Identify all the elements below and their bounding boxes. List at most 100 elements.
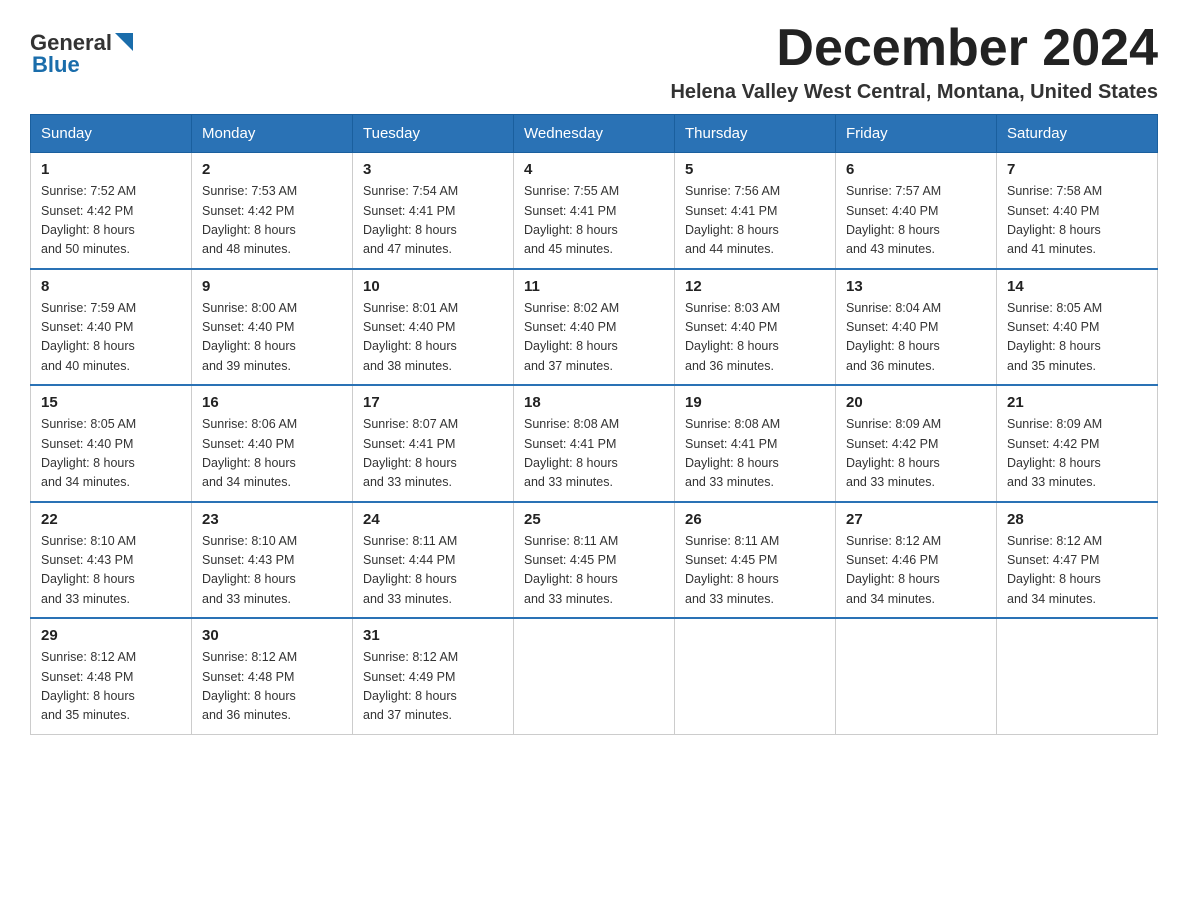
table-row bbox=[836, 618, 997, 734]
day-info: Sunrise: 8:09 AMSunset: 4:42 PMDaylight:… bbox=[1007, 415, 1147, 493]
day-info: Sunrise: 7:56 AMSunset: 4:41 PMDaylight:… bbox=[685, 182, 825, 260]
day-number: 9 bbox=[202, 278, 342, 295]
day-number: 25 bbox=[524, 511, 664, 528]
table-row: 3 Sunrise: 7:54 AMSunset: 4:41 PMDaylight… bbox=[353, 153, 514, 269]
calendar-week-row: 1 Sunrise: 7:52 AMSunset: 4:42 PMDaylight… bbox=[31, 153, 1158, 269]
day-info: Sunrise: 8:11 AMSunset: 4:45 PMDaylight:… bbox=[524, 532, 664, 610]
day-info: Sunrise: 7:59 AMSunset: 4:40 PMDaylight:… bbox=[41, 299, 181, 377]
day-number: 22 bbox=[41, 511, 181, 528]
day-info: Sunrise: 8:12 AMSunset: 4:47 PMDaylight:… bbox=[1007, 532, 1147, 610]
calendar-subtitle: Helena Valley West Central, Montana, Uni… bbox=[670, 81, 1158, 104]
day-number: 6 bbox=[846, 161, 986, 178]
day-number: 24 bbox=[363, 511, 503, 528]
table-row: 14 Sunrise: 8:05 AMSunset: 4:40 PMDayligh… bbox=[997, 269, 1158, 386]
table-row: 29Sunrise: 8:12 AMSunset: 4:48 PMDayligh… bbox=[31, 618, 192, 734]
table-row: 1 Sunrise: 7:52 AMSunset: 4:42 PMDaylight… bbox=[31, 153, 192, 269]
day-number: 3 bbox=[363, 161, 503, 178]
table-row bbox=[997, 618, 1158, 734]
table-row: 11 Sunrise: 8:02 AMSunset: 4:40 PMDayligh… bbox=[514, 269, 675, 386]
table-row: 4Sunrise: 7:55 AMSunset: 4:41 PMDaylight… bbox=[514, 153, 675, 269]
day-info: Sunrise: 8:04 AMSunset: 4:40 PMDaylight:… bbox=[846, 299, 986, 377]
table-row: 12 Sunrise: 8:03 AMSunset: 4:40 PMDayligh… bbox=[675, 269, 836, 386]
calendar-table: Sunday Monday Tuesday Wednesday Thursday… bbox=[30, 114, 1158, 735]
day-number: 7 bbox=[1007, 161, 1147, 178]
table-row: 8 Sunrise: 7:59 AMSunset: 4:40 PMDaylight… bbox=[31, 269, 192, 386]
calendar-week-row: 15 Sunrise: 8:05 AMSunset: 4:40 PMDayligh… bbox=[31, 385, 1158, 502]
table-row: 2Sunrise: 7:53 AMSunset: 4:42 PMDaylight… bbox=[192, 153, 353, 269]
day-info: Sunrise: 7:58 AMSunset: 4:40 PMDaylight:… bbox=[1007, 182, 1147, 260]
day-number: 2 bbox=[202, 161, 342, 178]
day-number: 1 bbox=[41, 161, 181, 178]
day-info: Sunrise: 8:12 AMSunset: 4:49 PMDaylight:… bbox=[363, 648, 503, 726]
table-row: 31 Sunrise: 8:12 AMSunset: 4:49 PMDayligh… bbox=[353, 618, 514, 734]
day-info: Sunrise: 8:12 AMSunset: 4:46 PMDaylight:… bbox=[846, 532, 986, 610]
table-row: 5 Sunrise: 7:56 AMSunset: 4:41 PMDaylight… bbox=[675, 153, 836, 269]
table-row: 7 Sunrise: 7:58 AMSunset: 4:40 PMDaylight… bbox=[997, 153, 1158, 269]
page-header: General Blue December 2024 Helena Valley… bbox=[30, 20, 1158, 104]
table-row: 13 Sunrise: 8:04 AMSunset: 4:40 PMDayligh… bbox=[836, 269, 997, 386]
day-number: 11 bbox=[524, 278, 664, 295]
day-number: 4 bbox=[524, 161, 664, 178]
day-number: 15 bbox=[41, 394, 181, 411]
day-info: Sunrise: 7:54 AMSunset: 4:41 PMDaylight:… bbox=[363, 182, 503, 260]
table-row bbox=[675, 618, 836, 734]
logo-blue-text: Blue bbox=[32, 52, 80, 78]
day-number: 18 bbox=[524, 394, 664, 411]
day-number: 14 bbox=[1007, 278, 1147, 295]
header-tuesday: Tuesday bbox=[353, 115, 514, 153]
calendar-week-row: 8 Sunrise: 7:59 AMSunset: 4:40 PMDaylight… bbox=[31, 269, 1158, 386]
table-row: 10 Sunrise: 8:01 AMSunset: 4:40 PMDayligh… bbox=[353, 269, 514, 386]
day-number: 16 bbox=[202, 394, 342, 411]
calendar-week-row: 22 Sunrise: 8:10 AMSunset: 4:43 PMDayligh… bbox=[31, 502, 1158, 619]
table-row: 20Sunrise: 8:09 AMSunset: 4:42 PMDayligh… bbox=[836, 385, 997, 502]
day-info: Sunrise: 8:12 AMSunset: 4:48 PMDaylight:… bbox=[41, 648, 181, 726]
table-row: 26 Sunrise: 8:11 AMSunset: 4:45 PMDayligh… bbox=[675, 502, 836, 619]
day-number: 5 bbox=[685, 161, 825, 178]
day-info: Sunrise: 8:11 AMSunset: 4:45 PMDaylight:… bbox=[685, 532, 825, 610]
table-row: 9 Sunrise: 8:00 AMSunset: 4:40 PMDaylight… bbox=[192, 269, 353, 386]
day-number: 27 bbox=[846, 511, 986, 528]
header-friday: Friday bbox=[836, 115, 997, 153]
table-row: 21 Sunrise: 8:09 AMSunset: 4:42 PMDayligh… bbox=[997, 385, 1158, 502]
day-info: Sunrise: 8:00 AMSunset: 4:40 PMDaylight:… bbox=[202, 299, 342, 377]
day-info: Sunrise: 8:12 AMSunset: 4:48 PMDaylight:… bbox=[202, 648, 342, 726]
day-number: 19 bbox=[685, 394, 825, 411]
title-section: December 2024 Helena Valley West Central… bbox=[670, 20, 1158, 104]
table-row: 15 Sunrise: 8:05 AMSunset: 4:40 PMDayligh… bbox=[31, 385, 192, 502]
day-number: 13 bbox=[846, 278, 986, 295]
header-saturday: Saturday bbox=[997, 115, 1158, 153]
day-info: Sunrise: 8:10 AMSunset: 4:43 PMDaylight:… bbox=[41, 532, 181, 610]
day-info: Sunrise: 8:05 AMSunset: 4:40 PMDaylight:… bbox=[41, 415, 181, 493]
day-info: Sunrise: 8:11 AMSunset: 4:44 PMDaylight:… bbox=[363, 532, 503, 610]
day-number: 10 bbox=[363, 278, 503, 295]
day-number: 26 bbox=[685, 511, 825, 528]
day-info: Sunrise: 8:01 AMSunset: 4:40 PMDaylight:… bbox=[363, 299, 503, 377]
logo-arrow-icon bbox=[115, 33, 133, 51]
table-row: 18Sunrise: 8:08 AMSunset: 4:41 PMDayligh… bbox=[514, 385, 675, 502]
calendar-title: December 2024 bbox=[670, 20, 1158, 77]
day-info: Sunrise: 8:05 AMSunset: 4:40 PMDaylight:… bbox=[1007, 299, 1147, 377]
day-number: 17 bbox=[363, 394, 503, 411]
table-row: 30Sunrise: 8:12 AMSunset: 4:48 PMDayligh… bbox=[192, 618, 353, 734]
day-number: 21 bbox=[1007, 394, 1147, 411]
day-info: Sunrise: 8:07 AMSunset: 4:41 PMDaylight:… bbox=[363, 415, 503, 493]
day-info: Sunrise: 8:03 AMSunset: 4:40 PMDaylight:… bbox=[685, 299, 825, 377]
day-info: Sunrise: 7:57 AMSunset: 4:40 PMDaylight:… bbox=[846, 182, 986, 260]
table-row: 24 Sunrise: 8:11 AMSunset: 4:44 PMDayligh… bbox=[353, 502, 514, 619]
table-row: 27 Sunrise: 8:12 AMSunset: 4:46 PMDayligh… bbox=[836, 502, 997, 619]
day-number: 31 bbox=[363, 627, 503, 644]
day-info: Sunrise: 7:52 AMSunset: 4:42 PMDaylight:… bbox=[41, 182, 181, 260]
day-number: 28 bbox=[1007, 511, 1147, 528]
table-row bbox=[514, 618, 675, 734]
calendar-header-row: Sunday Monday Tuesday Wednesday Thursday… bbox=[31, 115, 1158, 153]
header-sunday: Sunday bbox=[31, 115, 192, 153]
day-number: 8 bbox=[41, 278, 181, 295]
header-wednesday: Wednesday bbox=[514, 115, 675, 153]
table-row: 28 Sunrise: 8:12 AMSunset: 4:47 PMDayligh… bbox=[997, 502, 1158, 619]
calendar-week-row: 29Sunrise: 8:12 AMSunset: 4:48 PMDayligh… bbox=[31, 618, 1158, 734]
table-row: 17 Sunrise: 8:07 AMSunset: 4:41 PMDayligh… bbox=[353, 385, 514, 502]
day-number: 12 bbox=[685, 278, 825, 295]
day-info: Sunrise: 8:09 AMSunset: 4:42 PMDaylight:… bbox=[846, 415, 986, 493]
day-info: Sunrise: 8:02 AMSunset: 4:40 PMDaylight:… bbox=[524, 299, 664, 377]
table-row: 25 Sunrise: 8:11 AMSunset: 4:45 PMDayligh… bbox=[514, 502, 675, 619]
